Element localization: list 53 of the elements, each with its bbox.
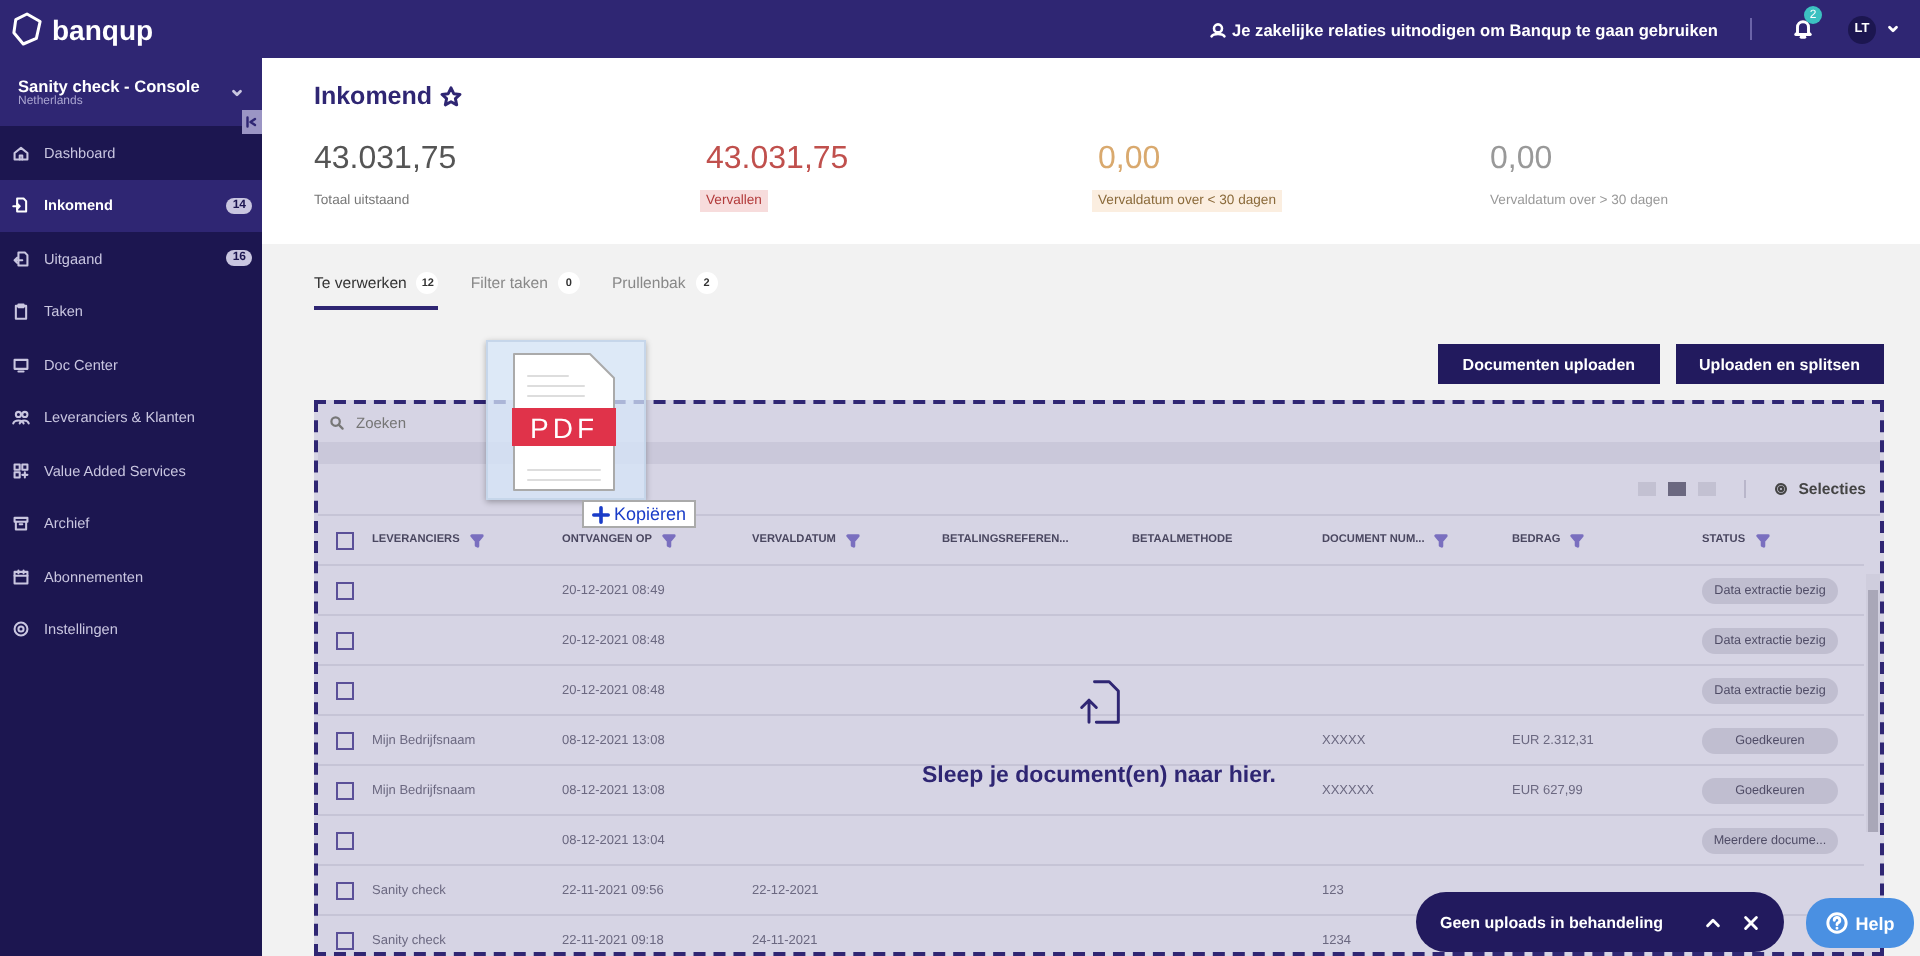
view-mode-icon[interactable] [1668,482,1687,496]
checkbox[interactable] [336,731,354,749]
help-icon [1825,912,1848,934]
checkbox[interactable] [336,681,354,699]
filter-icon[interactable] [469,533,484,547]
checkbox[interactable] [336,881,354,899]
filter-icon[interactable] [845,533,860,547]
drop-message: Sleep je document(en) naar hier. [921,764,1277,788]
clipboard-icon [12,302,30,321]
grid-icon [12,461,30,480]
star-icon[interactable] [440,85,463,107]
inbox-icon [12,196,30,215]
organization-name: Sanity check - Console [18,76,202,96]
calendar-icon [12,567,30,586]
upload-button[interactable]: Documenten uploaden [1438,344,1660,384]
collapse-sidebar-button[interactable] [242,110,262,134]
caret-icon[interactable] [1886,22,1900,36]
stat-value: 43.031,75 [314,142,459,178]
people-icon [12,408,30,427]
checkbox[interactable] [336,931,354,949]
app-logo-text: banqup [52,13,154,45]
checkbox[interactable] [336,531,354,549]
bell-icon[interactable] [1792,18,1814,40]
checkbox[interactable] [336,581,354,599]
plus-icon [592,505,610,523]
invite-link[interactable]: Je zakelijke relaties uitnodigen om Banqup te gaan gebruiken [1232,19,1718,39]
checkbox[interactable] [336,631,354,649]
copy-tooltip: Kopiëren [582,500,697,528]
filter-icon[interactable] [1570,533,1585,547]
monitor-icon [12,355,30,374]
checkbox[interactable] [336,831,354,849]
collapse-icon [246,116,258,128]
upload-button[interactable]: Uploaden en splitsen [1675,344,1884,384]
chevron-up-icon[interactable] [1704,913,1722,931]
scrollbar-thumb[interactable] [1868,590,1878,832]
file-upload-icon [1077,676,1121,728]
checkbox[interactable] [336,781,354,799]
stat-value: 0,00 [1098,142,1163,178]
page-title: Inkomend [314,82,433,110]
archive-box-icon [12,514,30,533]
home-icon [12,143,30,162]
filter-icon[interactable] [1755,533,1770,547]
stat-value: 0,00 [1490,142,1555,178]
filter-icon[interactable] [1434,533,1449,547]
uploads-status-toast: Geen uploads in behandeling [1416,892,1784,952]
outbox-icon [12,249,30,268]
close-icon[interactable] [1742,913,1760,931]
people-icon [1210,21,1227,37]
filter-icon[interactable] [661,533,676,547]
chevron-down-icon [230,85,244,99]
pdf-label: PDF [512,408,616,446]
stat-value: 43.031,75 [706,142,851,178]
search-icon [330,416,344,430]
